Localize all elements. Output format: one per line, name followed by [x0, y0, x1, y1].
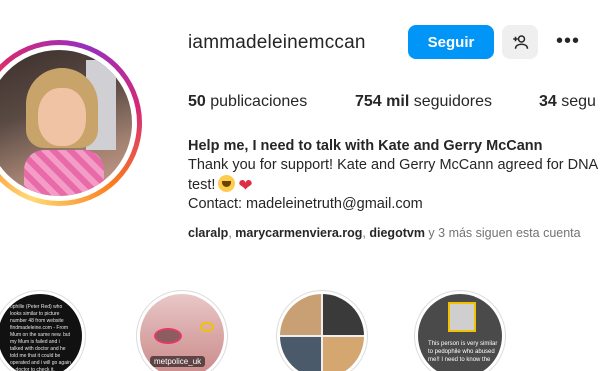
posts-count: 50: [188, 93, 206, 110]
follower-link-3[interactable]: diegotvm: [369, 226, 425, 240]
posts-label: publicaciones: [210, 93, 308, 110]
bio-line-2-text: test!: [188, 177, 216, 193]
collage-photo-3: [280, 337, 321, 371]
highlight-1-text: ophille (Peter Red) who looks similar to…: [10, 304, 71, 371]
profile-username: iammadeleinemccan: [188, 32, 366, 53]
follow-button[interactable]: Seguir: [408, 25, 494, 59]
story-highlight-4[interactable]: This person is very similar to pedophile…: [414, 290, 506, 371]
followers-count: 754 mil: [355, 93, 410, 110]
bio-line-2: test! ❤: [188, 175, 598, 195]
follower-link-1[interactable]: claralp: [188, 226, 228, 240]
following-label: segu: [561, 93, 596, 110]
followed-by[interactable]: claralp, marycarmenviera.rog, diegotvm y…: [188, 226, 581, 240]
following-stat[interactable]: 34 segu: [539, 93, 596, 111]
followed-by-suffix: y 3 más siguen esta cuenta: [428, 226, 581, 240]
crying-face-icon: [218, 175, 236, 192]
followers-stat[interactable]: 754 mil seguidores: [355, 93, 492, 111]
highlight-2-tag: metpolice_uk: [150, 356, 206, 367]
more-options-icon[interactable]: •••: [556, 30, 580, 53]
collage-photo-2: [323, 294, 364, 335]
follower-link-2[interactable]: marycarmenviera.rog: [235, 226, 362, 240]
posts-stat[interactable]: 50 publicaciones: [188, 93, 307, 111]
profile-avatar: [0, 50, 132, 196]
followers-label: seguidores: [413, 93, 492, 110]
bio-contact: Contact: madeleinetruth@gmail.com: [188, 196, 423, 212]
circle-mark: [200, 322, 214, 332]
story-highlight-3[interactable]: [276, 290, 368, 371]
following-count: 34: [539, 93, 557, 110]
bio-line-1: Thank you for support! Kate and Gerry Mc…: [188, 157, 599, 173]
collage-photo-4: [323, 337, 364, 371]
bio-name: Help me, I need to talk with Kate and Ge…: [188, 138, 543, 154]
story-highlight-1[interactable]: ophille (Peter Red) who looks similar to…: [0, 290, 86, 371]
add-person-icon: [513, 35, 529, 49]
highlight-4-text: This person is very similar to pedophile…: [428, 341, 498, 363]
collage-photo-1: [280, 294, 321, 335]
red-heart-icon: ❤: [238, 176, 253, 195]
story-highlight-2[interactable]: metpolice_uk: [136, 290, 228, 371]
suggest-similar-button[interactable]: [502, 25, 538, 59]
avatar-ring[interactable]: [0, 40, 142, 206]
eye-image: [154, 328, 182, 344]
profile-bio: Help me, I need to talk with Kate and Ge…: [188, 137, 598, 214]
highlight-4-photo: [448, 302, 476, 332]
